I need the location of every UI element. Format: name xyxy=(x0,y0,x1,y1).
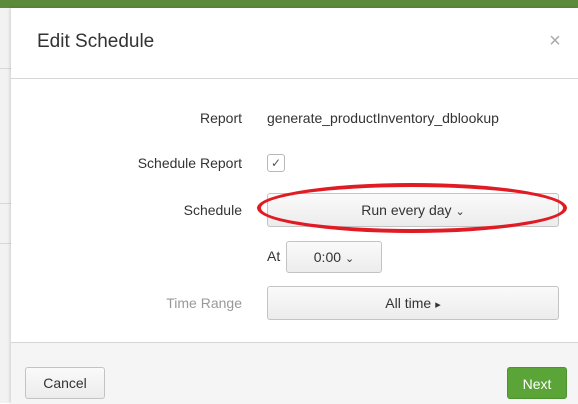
checkmark-icon: ✓ xyxy=(270,156,282,170)
background-divider xyxy=(0,203,11,204)
next-button[interactable]: Next xyxy=(507,367,567,399)
at-label: At xyxy=(267,248,281,264)
dialog-header: Edit Schedule × xyxy=(11,8,578,79)
at-time-dropdown[interactable]: 0:00 ⌄ xyxy=(286,241,382,273)
schedule-report-checkbox[interactable]: ✓ xyxy=(267,154,285,172)
background-divider xyxy=(0,68,11,69)
schedule-report-label: Schedule Report xyxy=(137,155,242,171)
dialog-title: Edit Schedule xyxy=(37,31,155,52)
screenshot-frame: Edit Schedule × Report generate_productI… xyxy=(0,0,578,404)
chevron-down-icon: ⌄ xyxy=(345,253,355,265)
at-time-value: 0:00 xyxy=(313,249,342,265)
edit-schedule-dialog: Edit Schedule × Report generate_productI… xyxy=(11,8,578,404)
schedule-dropdown-value: Run every day xyxy=(361,202,452,218)
report-value: generate_productInventory_dblookup xyxy=(267,110,499,126)
app-header-strip xyxy=(0,0,578,8)
background-divider xyxy=(0,243,11,244)
schedule-dropdown[interactable]: Run every day ⌄ xyxy=(267,193,559,227)
report-label: Report xyxy=(199,110,242,126)
time-range-label: Time Range xyxy=(166,295,242,311)
time-range-value: All time xyxy=(385,295,432,311)
schedule-label: Schedule xyxy=(183,202,242,218)
caret-right-icon: ▸ xyxy=(435,299,441,311)
close-icon[interactable]: × xyxy=(546,31,564,51)
time-range-button[interactable]: All time ▸ xyxy=(267,286,559,320)
chevron-down-icon: ⌄ xyxy=(455,206,465,218)
cancel-button[interactable]: Cancel xyxy=(25,367,105,399)
dialog-footer: Cancel Next xyxy=(11,342,578,404)
